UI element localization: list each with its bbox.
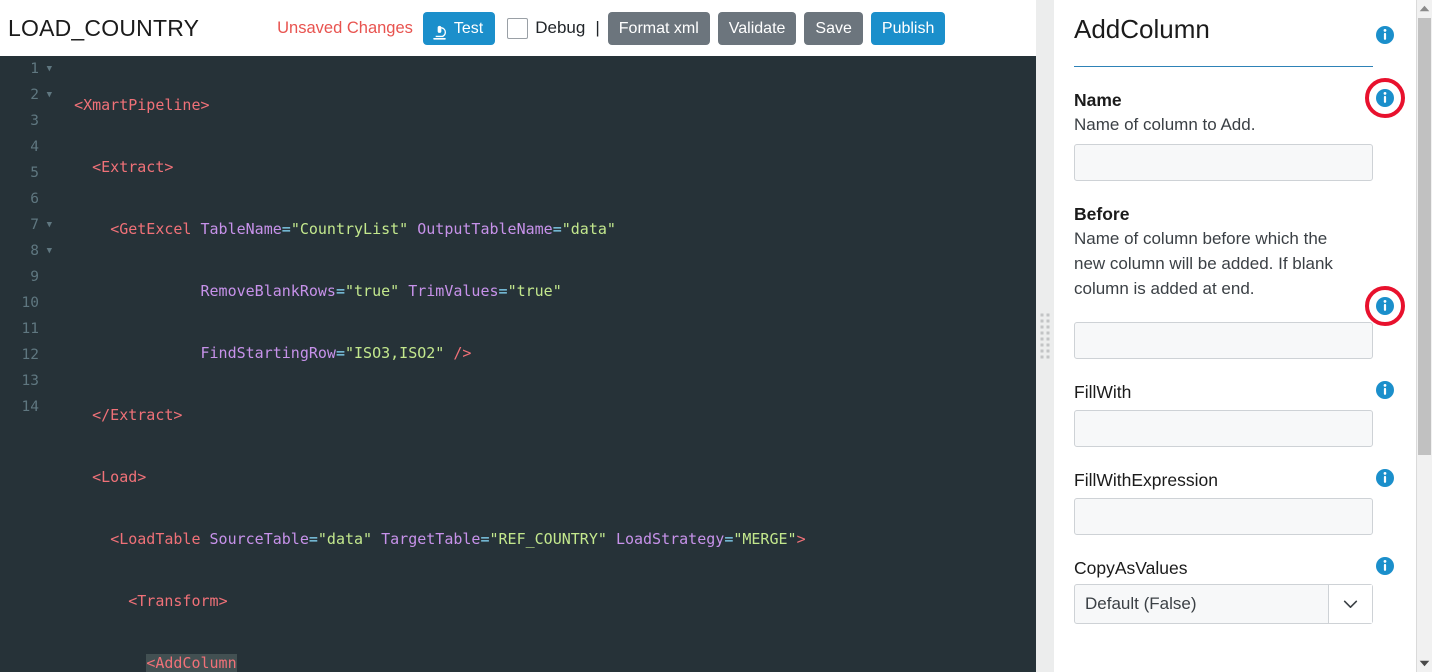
properties-panel: AddColumn Name Name of column to Add. Be… [1054,0,1416,672]
info-icon[interactable] [1376,557,1394,575]
field-label: Name [1074,90,1122,110]
debug-label: Debug [535,18,586,37]
info-icon[interactable] [1376,381,1394,399]
editor-content[interactable]: <XmartPipeline> <Extract> <GetExcel Tabl… [56,56,1036,672]
panel-divider [1074,66,1373,67]
line-number[interactable]: 10 [0,290,56,316]
fillwithexpression-input[interactable] [1074,498,1373,535]
line-number[interactable]: 3 [0,108,56,134]
panel-title: AddColumn [1074,14,1210,44]
format-xml-button[interactable]: Format xml [607,11,710,45]
field-label: Before [1074,204,1130,224]
line-number[interactable]: 13 [0,368,56,394]
info-icon[interactable] [1376,89,1394,107]
line-number[interactable]: 2 ▼ [0,82,56,108]
copyasvalues-selected-value: Default (False) [1085,594,1197,613]
field-description: Name of column to Add. [1074,115,1256,134]
code-line[interactable]: <Extract> [56,154,1036,180]
microscope-icon [431,20,448,40]
pipeline-editor-app: LOAD_COUNTRY Unsaved Changes Test Debug … [0,0,1432,672]
field-description: Name of column before which the new colu… [1074,229,1333,298]
test-button[interactable]: Test [422,11,496,45]
field-label: FillWith [1074,382,1132,402]
code-line[interactable]: FindStartingRow="ISO3,ISO2" /> [56,340,1036,366]
line-number[interactable]: 7 ▼ [0,212,56,238]
page-title: LOAD_COUNTRY [8,14,200,41]
save-button[interactable]: Save [804,11,863,45]
triangle-down-icon[interactable] [1417,655,1432,672]
editor-gutter: 1 ▼ 2 ▼ 3 4 5 6 7 ▼ 8 ▼ 9 10 11 12 13 14 [0,56,56,672]
line-number[interactable]: 4 [0,134,56,160]
info-icon[interactable] [1376,26,1394,44]
field-name: Name Name of column to Add. [1074,78,1405,181]
fold-arrow-icon[interactable]: ▼ [47,56,52,82]
line-number[interactable]: 11 [0,316,56,342]
left-pane: LOAD_COUNTRY Unsaved Changes Test Debug … [0,0,1036,672]
code-line[interactable]: <Transform> [56,588,1036,614]
triangle-up-icon[interactable] [1417,0,1432,17]
chevron-down-icon[interactable] [1328,585,1372,623]
page-scrollbar[interactable] [1416,0,1432,672]
field-fillwithexpression: FillWithExpression [1074,469,1394,535]
line-number[interactable]: 12 [0,342,56,368]
code-line[interactable]: RemoveBlankRows="true" TrimValues="true" [56,278,1036,304]
line-number[interactable]: 1 ▼ [0,56,56,82]
unsaved-changes-status: Unsaved Changes [277,18,413,37]
toolbar: LOAD_COUNTRY Unsaved Changes Test Debug … [0,0,1036,56]
splitter-grip-icon [1040,313,1050,359]
line-number[interactable]: 9 [0,264,56,290]
validate-button[interactable]: Validate [717,11,797,45]
debug-checkbox[interactable] [507,17,529,39]
line-number[interactable]: 6 [0,186,56,212]
panel-title-info-wrap [1376,26,1394,44]
toolbar-separator: | [595,18,600,37]
code-line[interactable]: </Extract> [56,402,1036,428]
field-label: CopyAsValues [1074,558,1188,578]
field-label: FillWithExpression [1074,470,1218,490]
code-line[interactable]: <LoadTable SourceTable="data" TargetTabl… [56,526,1036,552]
line-number[interactable]: 14 [0,394,56,420]
line-number[interactable]: 8 ▼ [0,238,56,264]
copyasvalues-info-wrap [1376,557,1394,575]
info-icon[interactable] [1376,469,1394,487]
toolbar-actions: Unsaved Changes Test Debug | Format xml … [277,11,946,45]
fold-arrow-icon[interactable]: ▼ [47,212,52,238]
fold-arrow-icon[interactable]: ▼ [47,238,52,264]
name-info-wrap [1365,78,1405,118]
panel-splitter[interactable] [1036,0,1054,672]
test-button-label: Test [453,19,484,37]
code-line[interactable]: <GetExcel TableName="CountryList" Output… [56,216,1036,242]
code-line[interactable]: <XmartPipeline> [56,92,1036,118]
field-before: Before Name of column before which the n… [1074,203,1405,359]
before-input[interactable] [1074,322,1373,359]
copyasvalues-select[interactable]: Default (False) [1074,584,1373,624]
debug-toggle-group: Debug [507,17,586,39]
info-icon[interactable] [1376,297,1394,315]
before-info-wrap [1365,286,1405,326]
fillwith-input[interactable] [1074,410,1373,447]
line-number[interactable]: 5 [0,160,56,186]
panel-header: AddColumn [1074,14,1394,44]
fold-arrow-icon[interactable]: ▼ [47,82,52,108]
name-input[interactable] [1074,144,1373,181]
code-editor[interactable]: 1 ▼ 2 ▼ 3 4 5 6 7 ▼ 8 ▼ 9 10 11 12 13 14 <Xm… [0,56,1036,672]
code-line[interactable]: <AddColumn [56,650,1036,672]
publish-button[interactable]: Publish [870,11,946,45]
fillwith-info-wrap [1376,381,1394,399]
fillwithexpression-info-wrap [1376,469,1394,487]
field-copyasvalues: CopyAsValues Default (False) [1074,557,1394,624]
code-line[interactable]: <Load> [56,464,1036,490]
scrollbar-thumb[interactable] [1418,18,1431,455]
field-fillwith: FillWith [1074,381,1394,447]
